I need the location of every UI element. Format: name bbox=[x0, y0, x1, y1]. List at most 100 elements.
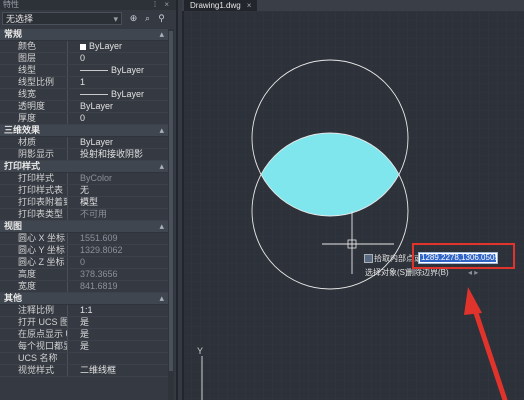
section-title: 视图 bbox=[4, 221, 23, 231]
property-value[interactable]: 378.3656 bbox=[80, 269, 168, 280]
property-row[interactable]: 透明度 ByLayer bbox=[0, 101, 168, 113]
property-row[interactable]: 打印样式 ByColor bbox=[0, 173, 168, 185]
property-row[interactable]: 圆心 Z 坐标 0 bbox=[0, 257, 168, 269]
property-row[interactable]: 视觉样式 二维线框 bbox=[0, 365, 168, 377]
property-value[interactable]: ByLayer bbox=[80, 89, 168, 100]
property-label: 视觉样式 bbox=[0, 365, 68, 376]
select-objects-icon[interactable]: ⌕ bbox=[142, 13, 153, 24]
property-row[interactable]: 每个视口都显示 UCS 是 bbox=[0, 341, 168, 353]
section-title: 打印样式 bbox=[4, 161, 41, 171]
property-label: 打开 UCS 图标 bbox=[0, 317, 68, 328]
red-arrow-icon bbox=[464, 287, 508, 400]
property-value[interactable] bbox=[80, 353, 168, 364]
property-row[interactable]: 宽度 841.6819 bbox=[0, 281, 168, 293]
section-header[interactable]: 其他 ▴ bbox=[0, 293, 168, 305]
collapse-icon[interactable]: ▴ bbox=[159, 161, 164, 172]
section-header[interactable]: 视图 ▴ bbox=[0, 221, 168, 233]
property-value[interactable]: 1 bbox=[80, 77, 168, 88]
palette-scrollbar[interactable] bbox=[168, 29, 174, 400]
property-value[interactable]: 无 bbox=[80, 185, 168, 196]
property-row[interactable]: 颜色 ByLayer bbox=[0, 41, 168, 53]
section-header[interactable]: 三维效果 ▴ bbox=[0, 125, 168, 137]
palette-titlebar-buttons[interactable]: ⁞ × bbox=[154, 0, 172, 10]
property-value[interactable]: 0 bbox=[80, 113, 168, 124]
property-value[interactable]: ByLayer bbox=[80, 65, 168, 76]
selection-value: 无选择 bbox=[6, 14, 34, 24]
property-value[interactable]: 0 bbox=[80, 257, 168, 268]
property-value[interactable]: ByLayer bbox=[80, 41, 168, 52]
quick-select-icon[interactable]: ⚲ bbox=[156, 13, 167, 24]
property-value[interactable]: 不可用 bbox=[80, 209, 168, 220]
toggle-pickadd-icon[interactable]: ⊕ bbox=[128, 13, 139, 24]
tab-drawing1[interactable]: Drawing1.dwg × bbox=[184, 0, 258, 11]
property-value[interactable]: 1551.609 bbox=[80, 233, 168, 244]
property-row[interactable]: 圆心 Y 坐标 1329.8062 bbox=[0, 245, 168, 257]
property-row[interactable]: 打印表附着到 模型 bbox=[0, 197, 168, 209]
property-row[interactable]: 图层 0 bbox=[0, 53, 168, 65]
tab-label: Drawing1.dwg bbox=[190, 1, 241, 10]
property-row[interactable]: 圆心 X 坐标 1551.609 bbox=[0, 233, 168, 245]
property-value-text: 841.6819 bbox=[80, 281, 118, 291]
palette-scrollbar-thumb[interactable] bbox=[169, 31, 173, 371]
section-header[interactable]: 打印样式 ▴ bbox=[0, 161, 168, 173]
property-value[interactable]: 投射和接收阴影 bbox=[80, 149, 168, 160]
property-value[interactable]: 二维线框 bbox=[80, 365, 168, 376]
property-row[interactable]: 线宽 ByLayer bbox=[0, 89, 168, 101]
collapse-icon[interactable]: ▴ bbox=[159, 293, 164, 304]
selection-dropdown[interactable]: 无选择 ▾ bbox=[2, 12, 122, 25]
property-row[interactable]: 打印表类型 不可用 bbox=[0, 209, 168, 221]
property-row[interactable]: 厚度 0 bbox=[0, 113, 168, 125]
property-label: 圆心 Z 坐标 bbox=[0, 257, 68, 268]
property-value[interactable]: 1329.8062 bbox=[80, 245, 168, 256]
property-row[interactable]: 在原点显示 UCS ... 是 bbox=[0, 329, 168, 341]
property-value[interactable]: 1:1 bbox=[80, 305, 168, 316]
collapse-icon[interactable]: ▴ bbox=[159, 125, 164, 136]
property-label: 线宽 bbox=[0, 89, 68, 100]
property-value[interactable]: 是 bbox=[80, 341, 168, 352]
property-label: 打印表类型 bbox=[0, 209, 68, 220]
section-header[interactable]: 常规 ▴ bbox=[0, 29, 168, 41]
palette-titlebar: 特性 ⁞ × bbox=[0, 0, 176, 10]
property-value-text: 无 bbox=[80, 185, 90, 195]
property-value[interactable]: ByLayer bbox=[80, 101, 168, 112]
menu-select-objects[interactable]: 选择对象(S) bbox=[365, 268, 408, 278]
property-value-text: 1329.8062 bbox=[80, 245, 123, 255]
property-value[interactable]: ByLayer bbox=[80, 137, 168, 148]
property-row[interactable]: 线型比例 1 bbox=[0, 77, 168, 89]
menu-remove-boundary[interactable]: 删除边界(B) bbox=[406, 268, 449, 278]
color-swatch-icon bbox=[80, 43, 86, 50]
property-value-text: ByLayer bbox=[80, 137, 114, 147]
property-value-text: 是 bbox=[80, 317, 90, 327]
property-value[interactable]: 模型 bbox=[80, 197, 168, 208]
property-value[interactable]: 是 bbox=[80, 329, 168, 340]
property-label: 宽度 bbox=[0, 281, 68, 292]
property-value[interactable]: 0 bbox=[80, 53, 168, 64]
property-label: 图层 bbox=[0, 53, 68, 64]
property-row[interactable]: 打开 UCS 图标 是 bbox=[0, 317, 168, 329]
highlight-box bbox=[412, 243, 515, 269]
property-label: 透明度 bbox=[0, 101, 68, 112]
property-value-text: 1551.609 bbox=[80, 233, 118, 243]
property-row[interactable]: UCS 名称 bbox=[0, 353, 168, 365]
property-row[interactable]: 线型 ByLayer bbox=[0, 65, 168, 77]
palette-title: 特性 bbox=[3, 0, 19, 9]
property-value[interactable]: 是 bbox=[80, 317, 168, 328]
close-icon[interactable]: × bbox=[247, 1, 252, 10]
property-value[interactable]: ByColor bbox=[80, 173, 168, 184]
document-tabbar: Drawing1.dwg × bbox=[182, 0, 524, 11]
collapse-icon[interactable]: ▴ bbox=[159, 29, 164, 40]
property-row[interactable]: 高度 378.3656 bbox=[0, 269, 168, 281]
properties-palette: 特性 ⁞ × 无选择 ▾ ⊕ ⌕ ⚲ 常规 ▴ 颜色 ByLayer 图层 0 线型 ByLa… bbox=[0, 0, 178, 400]
section-title: 常规 bbox=[4, 29, 23, 39]
property-label: 注释比例 bbox=[0, 305, 68, 316]
property-value-text: 0 bbox=[80, 113, 86, 123]
collapse-icon[interactable]: ▴ bbox=[159, 221, 164, 232]
property-row[interactable]: 注释比例 1:1 bbox=[0, 305, 168, 317]
property-row[interactable]: 打印样式表 无 bbox=[0, 185, 168, 197]
property-row[interactable]: 材质 ByLayer bbox=[0, 137, 168, 149]
property-value-text: 是 bbox=[80, 341, 90, 351]
property-value[interactable]: 841.6819 bbox=[80, 281, 168, 292]
property-value-text: 二维线框 bbox=[80, 365, 117, 375]
property-row[interactable]: 阴影显示 投射和接收阴影 bbox=[0, 149, 168, 161]
property-value-text: 1:1 bbox=[80, 305, 93, 315]
